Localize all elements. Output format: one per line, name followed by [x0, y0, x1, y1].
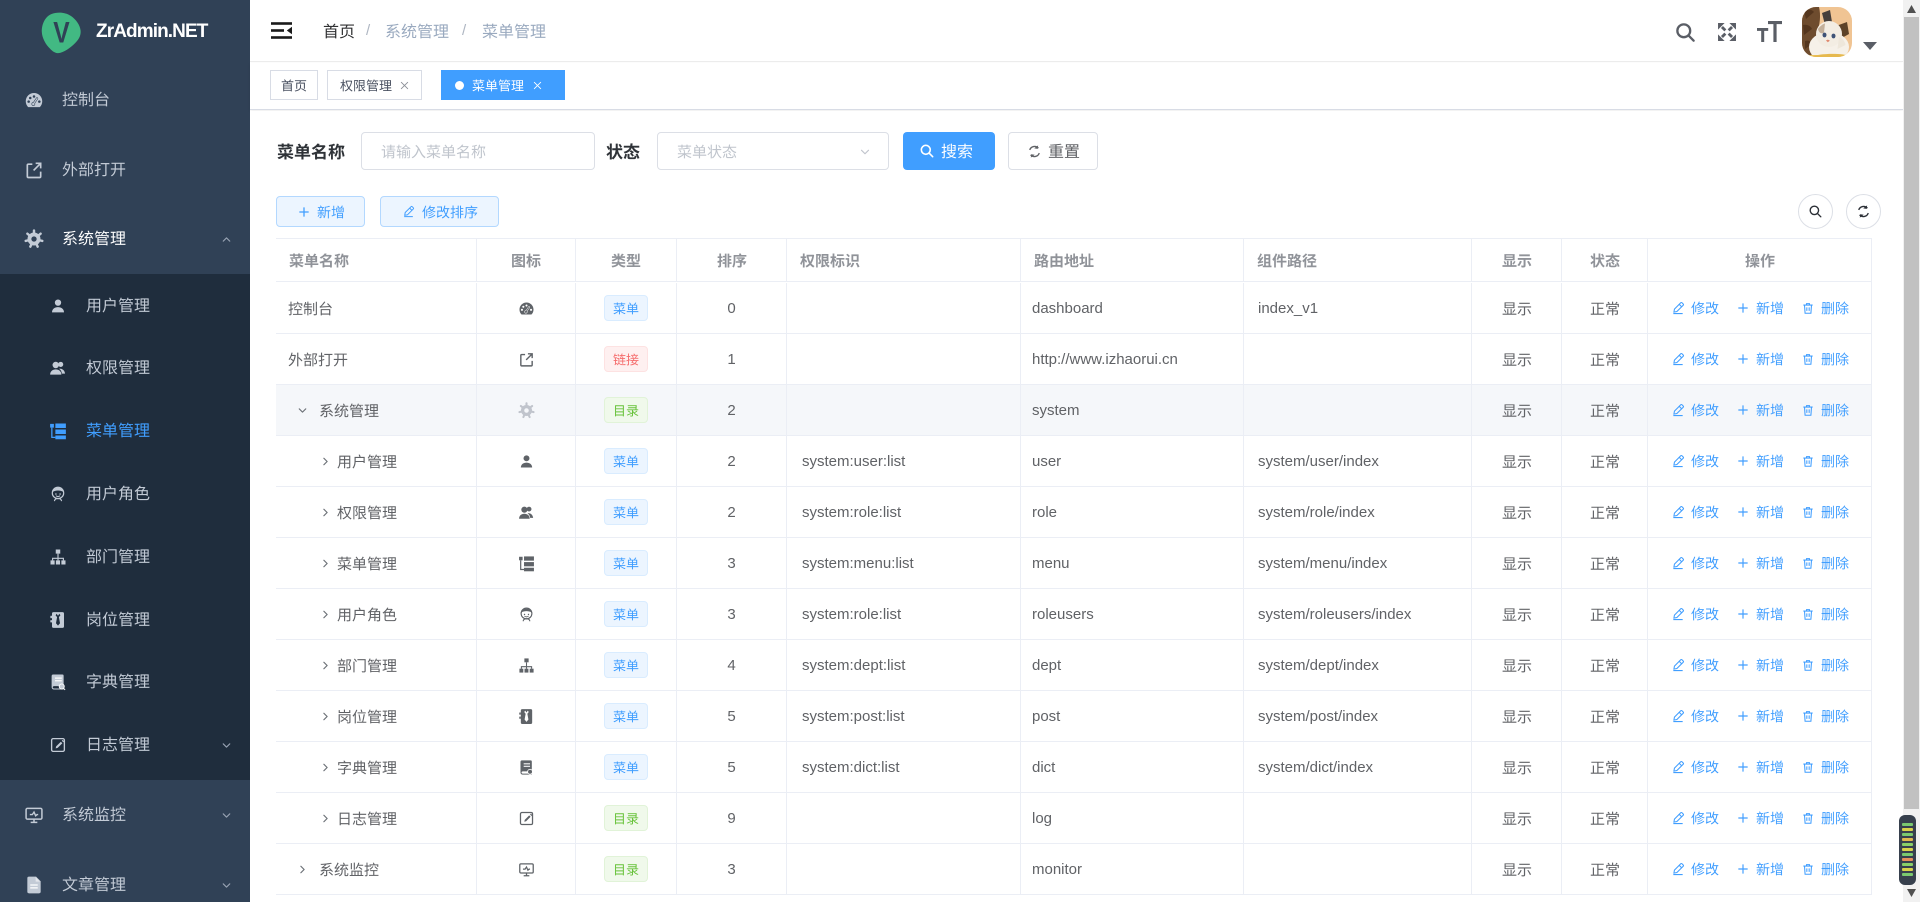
svg-text:V: V	[53, 15, 70, 49]
